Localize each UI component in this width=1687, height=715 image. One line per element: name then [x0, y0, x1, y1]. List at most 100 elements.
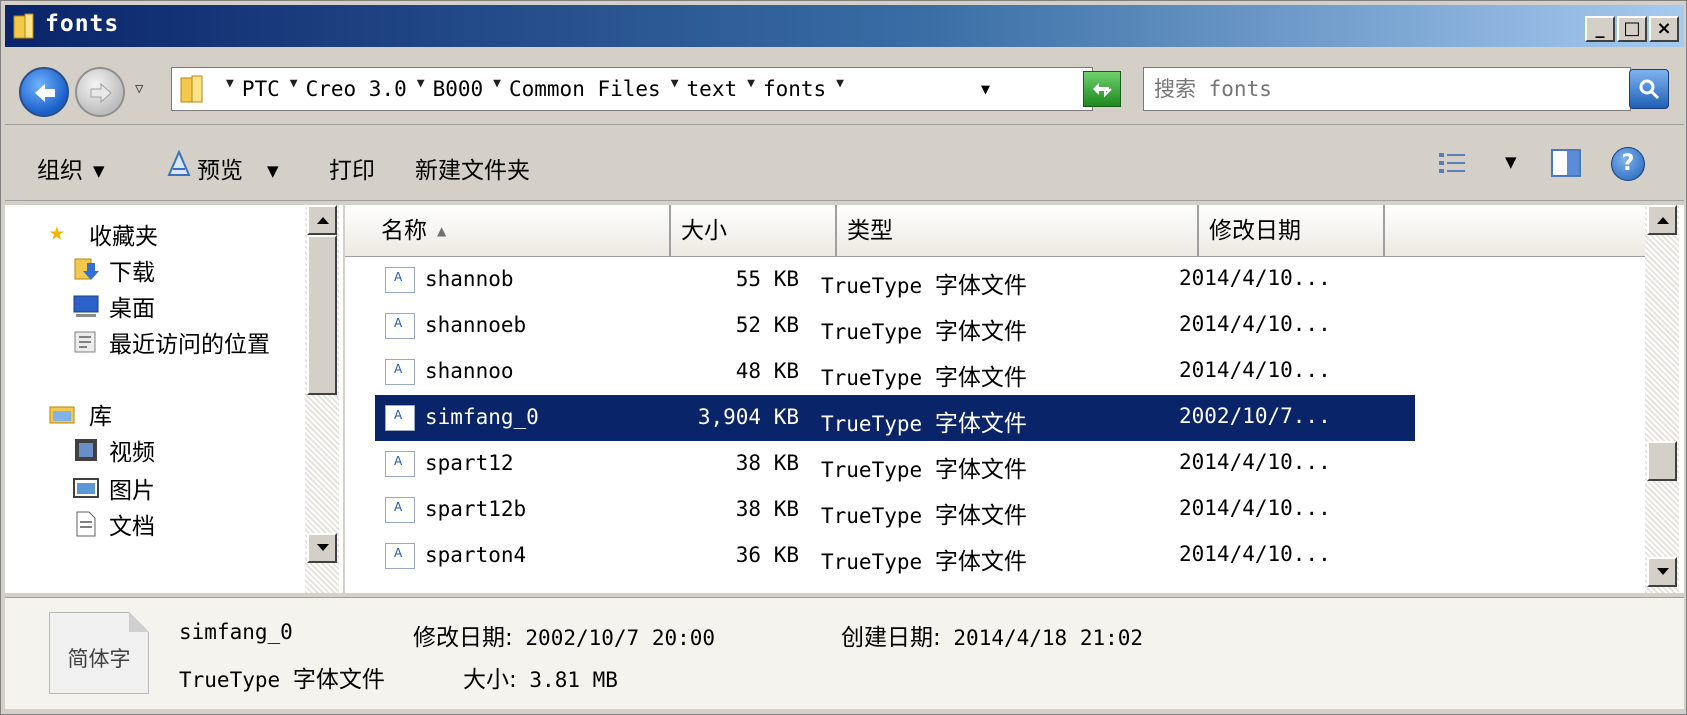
breadcrumb-item[interactable]: fonts — [763, 77, 826, 101]
file-size: 48 KB — [735, 359, 799, 383]
detail-size: 大小: 3.81 MB — [463, 667, 618, 693]
search-input[interactable] — [1154, 74, 1574, 104]
recent-pages-dropdown-icon[interactable]: ▽ — [135, 81, 143, 97]
column-header-type[interactable]: 类型 — [837, 205, 1199, 257]
file-date: 2014/4/10... — [1179, 542, 1331, 566]
file-date: 2014/4/10... — [1179, 312, 1331, 336]
file-type: TrueType 字体文件 — [821, 365, 1027, 391]
help-icon[interactable]: ? — [1611, 147, 1645, 181]
folder-icon — [180, 75, 203, 103]
font-file-icon — [385, 359, 415, 385]
back-button[interactable] — [19, 67, 69, 117]
column-header: 名称 ▲ 大小 类型 修改日期 — [345, 205, 1645, 257]
breadcrumb-item[interactable]: text — [687, 77, 738, 101]
file-date: 2002/10/7... — [1179, 404, 1331, 428]
nav-item-pictures[interactable]: 图片 — [109, 471, 155, 505]
file-thumbnail: 简体字 — [49, 612, 149, 694]
view-options-icon[interactable] — [1439, 151, 1467, 177]
address-history-dropdown-icon[interactable]: ▼ — [981, 80, 990, 98]
table-row[interactable]: shannob 55 KB TrueType 字体文件 2014/4/10... — [375, 257, 1415, 303]
breadcrumb-arrow-icon[interactable]: ▼ — [836, 76, 844, 100]
pictures-icon — [73, 478, 99, 498]
table-row[interactable]: shannoo 48 KB TrueType 字体文件 2014/4/10... — [375, 349, 1415, 395]
organize-menu[interactable]: 组织 ▼ — [37, 151, 105, 185]
search-box[interactable] — [1143, 67, 1631, 111]
breadcrumb-arrow-icon[interactable]: ▼ — [671, 76, 679, 100]
file-type: TrueType 字体文件 — [821, 549, 1027, 575]
column-header-size[interactable]: 大小 — [671, 205, 837, 257]
file-list: 名称 ▲ 大小 类型 修改日期 shannob 55 KB TrueType 字体… — [345, 205, 1684, 593]
file-size: 55 KB — [735, 267, 799, 291]
preview-menu[interactable]: 预览 ▼ — [197, 151, 279, 185]
close-button[interactable]: × — [1649, 16, 1679, 42]
nav-item-recent[interactable]: 最近访问的位置 — [109, 325, 270, 359]
forward-arrow-icon — [90, 82, 112, 104]
breadcrumb-arrow-icon[interactable]: ▼ — [290, 76, 298, 100]
address-field[interactable]: ▼ PTC ▼ Creo 3.0 ▼ B000 ▼ Common Files ▼… — [171, 67, 1093, 111]
list-scroll-up-button[interactable] — [1647, 205, 1677, 235]
nav-item-desktop[interactable]: 桌面 — [109, 289, 155, 323]
refresh-button[interactable] — [1083, 71, 1121, 107]
table-row[interactable]: sparton4 36 KB TrueType 字体文件 2014/4/10..… — [375, 533, 1415, 579]
breadcrumb-arrow-icon[interactable]: ▼ — [747, 76, 755, 100]
file-size: 38 KB — [735, 497, 799, 521]
file-list-scrollbar[interactable] — [1645, 205, 1679, 593]
search-button[interactable] — [1629, 69, 1669, 109]
libraries-icon — [49, 406, 75, 424]
command-bar: 组织 ▼ 预览 ▼ 打印 新建文件夹 ▼ ? — [5, 129, 1684, 201]
desktop-icon — [73, 295, 99, 317]
minimize-button[interactable]: _ — [1585, 16, 1615, 42]
breadcrumb-item[interactable]: B000 — [433, 77, 484, 101]
downloads-icon — [74, 258, 99, 280]
table-row[interactable]: spart12b 38 KB TrueType 字体文件 2014/4/10..… — [375, 487, 1415, 533]
organize-label: 组织 — [37, 158, 83, 184]
refresh-icon — [1093, 83, 1112, 98]
breadcrumb-arrow-icon[interactable]: ▼ — [417, 76, 425, 100]
preview-pane-icon[interactable] — [1551, 149, 1581, 177]
list-scroll-down-button[interactable] — [1647, 557, 1677, 587]
preview-icon — [167, 149, 191, 176]
print-button[interactable]: 打印 — [329, 151, 375, 185]
window-title: fonts — [45, 11, 120, 37]
file-type: TrueType 字体文件 — [821, 411, 1027, 437]
new-folder-button[interactable]: 新建文件夹 — [415, 151, 530, 185]
file-type: TrueType 字体文件 — [821, 503, 1027, 529]
nav-item-libraries[interactable]: 库 — [89, 397, 112, 431]
table-row[interactable]: shannoeb 52 KB TrueType 字体文件 2014/4/10..… — [375, 303, 1415, 349]
details-pane: 简体字 simfang_0 修改日期: 2002/10/7 20:00 创建日期… — [5, 597, 1684, 709]
forward-button[interactable] — [75, 67, 125, 117]
page-fold-icon — [129, 612, 149, 632]
column-header-modified[interactable]: 修改日期 — [1199, 205, 1385, 257]
file-name: shannoeb — [425, 313, 527, 337]
nav-item-documents[interactable]: 文档 — [109, 507, 155, 541]
nav-scroll-up-button[interactable] — [307, 205, 337, 235]
breadcrumb-item[interactable]: PTC — [242, 77, 280, 101]
file-size: 52 KB — [735, 313, 799, 337]
column-header-empty — [1385, 205, 1599, 257]
table-row-selected[interactable]: simfang_0 3,904 KB TrueType 字体文件 2002/10… — [375, 395, 1415, 441]
list-scroll-thumb[interactable] — [1647, 441, 1677, 481]
column-header-name[interactable]: 名称 ▲ — [345, 205, 671, 257]
scroll-down-icon — [317, 544, 329, 551]
breadcrumb-item[interactable]: Creo 3.0 — [306, 77, 407, 101]
nav-scroll-thumb[interactable] — [307, 235, 337, 395]
maximize-button[interactable]: □ — [1617, 16, 1647, 42]
breadcrumb-item[interactable]: Common Files — [509, 77, 661, 101]
file-size: 36 KB — [735, 543, 799, 567]
star-icon: ★ — [49, 217, 65, 247]
breadcrumb-arrow-icon[interactable]: ▼ — [226, 76, 234, 100]
file-name: spart12 — [425, 451, 514, 475]
nav-scroll-down-button[interactable] — [307, 533, 337, 563]
explorer-window: fonts _ □ × ▽ ▼ PTC ▼ Creo 3.0 ▼ B000 ▼ … — [0, 0, 1687, 715]
table-row[interactable]: spart12 38 KB TrueType 字体文件 2014/4/10... — [375, 441, 1415, 487]
nav-item-favorites[interactable]: 收藏夹 — [89, 217, 158, 251]
nav-item-downloads[interactable]: 下载 — [109, 253, 155, 287]
title-bar[interactable]: fonts _ □ × — [5, 5, 1684, 47]
font-file-icon — [385, 451, 415, 477]
file-type: TrueType 字体文件 — [821, 457, 1027, 483]
breadcrumb-arrow-icon[interactable]: ▼ — [493, 76, 501, 100]
nav-item-videos[interactable]: 视频 — [109, 433, 155, 467]
file-type: TrueType 字体文件 — [821, 273, 1027, 299]
scroll-up-icon — [317, 217, 329, 224]
view-dropdown-icon[interactable]: ▼ — [1505, 153, 1517, 171]
